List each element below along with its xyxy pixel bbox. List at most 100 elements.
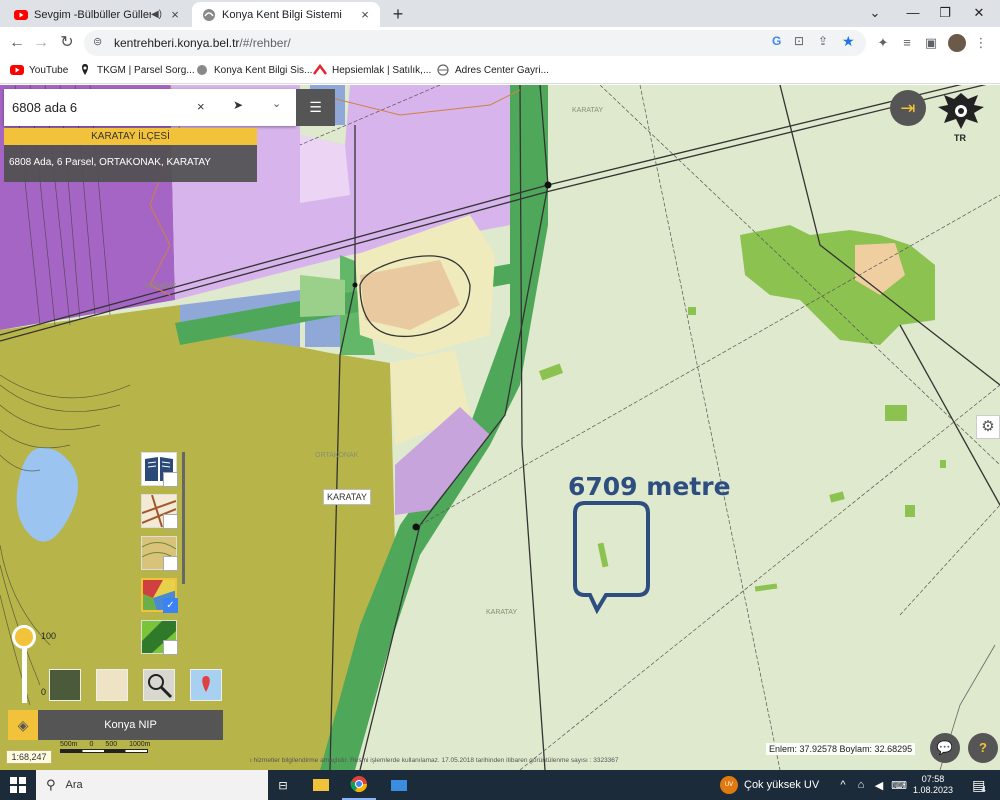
search-input[interactable]: 6808 ada 6	[12, 100, 77, 115]
share-icon[interactable]: ⇪	[818, 34, 828, 48]
parcel-search[interactable]: 6808 ada 6 × ➤ ⌄	[4, 89, 296, 126]
search-icon: ⚲	[46, 777, 56, 792]
login-icon[interactable]: ⇥	[890, 90, 926, 126]
map-label: ORTAKONAK	[315, 452, 359, 459]
scale-tick: 1000m	[129, 741, 151, 748]
basemap-ortho[interactable]	[190, 669, 222, 701]
locate-icon[interactable]: ➤	[233, 98, 243, 112]
bookmark-label: Konya Kent Bilgi Sis...	[214, 64, 313, 76]
map-pin-icon	[82, 64, 88, 75]
scale-tick: 500m	[60, 741, 78, 748]
sidepanel-icon[interactable]: ▣	[922, 34, 940, 52]
layer-checkbox[interactable]	[163, 514, 178, 529]
extensions-icon[interactable]: ✦	[874, 34, 892, 52]
basemap-search[interactable]	[143, 669, 175, 701]
windows-taskbar: ⚲ Ara ⊟ UV Çok yüksek UV ^ ⌂ ◀ ⌨ 07:58 1…	[0, 770, 1000, 800]
media-icon[interactable]: ≡	[898, 34, 916, 52]
bookmark-label: YouTube	[29, 64, 69, 76]
map-label: KARATAY	[486, 609, 518, 616]
map-label: KARATAY	[572, 107, 604, 114]
basemap-satellite[interactable]	[49, 669, 81, 701]
tab-youtube[interactable]: Sevgim -Bülbüller Güllere Gü ◀) ×	[4, 2, 190, 27]
close-tab-icon[interactable]: ×	[356, 7, 374, 22]
close-tab-icon[interactable]: ×	[166, 7, 184, 22]
bookmark-label: Adres Center Gayri...	[455, 64, 549, 76]
basemap-street[interactable]	[96, 669, 128, 701]
minimize-button[interactable]: —	[898, 4, 928, 22]
bookmark-konya[interactable]: Konya Kent Bilgi Sis...	[195, 64, 312, 76]
new-tab-button[interactable]: +	[388, 4, 408, 24]
bookmark-label: TKGM | Parsel Sorg...	[97, 64, 195, 76]
youtube-icon	[14, 9, 28, 20]
layer-checkbox[interactable]	[163, 640, 178, 655]
hepsiemlak-icon	[313, 64, 327, 75]
layer-checkbox[interactable]	[163, 472, 178, 487]
bookmark-youtube[interactable]: YouTube	[10, 64, 68, 76]
notification-count: 4	[981, 784, 986, 794]
mail-icon[interactable]	[384, 770, 414, 800]
layer-scrollbar[interactable]	[182, 452, 185, 584]
konya-logo-icon	[197, 65, 207, 75]
weather-uv-icon[interactable]: UV	[718, 770, 740, 800]
magnifier-icon	[148, 674, 173, 699]
audio-icon[interactable]: ◀)	[151, 9, 162, 20]
map-canvas[interactable]: KARATAY KARATAY ORTAKONAK KARATAY KARATA…	[0, 85, 1000, 770]
reload-icon[interactable]: ↻	[56, 33, 78, 53]
search-result[interactable]: 6808 Ada, 6 Parsel, ORTAKONAK, KARATAY	[4, 145, 257, 182]
restore-button[interactable]: ❐	[930, 4, 960, 22]
map-base-layer	[0, 85, 1000, 770]
forward-icon[interactable]: →	[30, 33, 52, 53]
address-bar[interactable]: ⊜ kentrehberi.konya.bel.tr/#/rehber/ G ⊡…	[84, 30, 866, 56]
bookmark-adres-center[interactable]: Adres Center Gayri...	[436, 64, 549, 76]
notification-icon[interactable]: ▤ 4	[964, 770, 994, 800]
layer-panel[interactable]: ◈ Konya NIP	[8, 710, 223, 740]
translate-icon[interactable]: ⊡	[794, 34, 804, 48]
language-icon[interactable]: ⌨	[891, 770, 907, 800]
tray-chevron-icon[interactable]: ^	[836, 770, 850, 800]
back-icon[interactable]: ←	[6, 33, 28, 53]
attribution: ı hizmetler bilgilendirme amaçlıdır. Res…	[250, 757, 619, 764]
file-explorer-icon[interactable]	[306, 770, 336, 800]
clear-icon[interactable]: ×	[197, 99, 205, 114]
list-icon[interactable]: ☰	[296, 89, 335, 126]
bookmark-hepsiemlak[interactable]: Hepsiemlak | Satılık,...	[313, 64, 431, 76]
google-icon[interactable]: G	[772, 34, 781, 48]
task-view-icon[interactable]: ⊟	[270, 770, 296, 800]
district-header: KARATAY İLÇESİ	[4, 128, 257, 145]
help-icon[interactable]: ?	[968, 733, 998, 763]
scale-tick: 0	[89, 741, 94, 748]
tab-konya[interactable]: Konya Kent Bilgi Sistemi ×	[192, 2, 380, 27]
taskbar-search-text: Ara	[65, 779, 83, 791]
layer-checkbox[interactable]	[163, 556, 178, 571]
emblem-tr: TR	[954, 133, 966, 143]
chevron-down-icon[interactable]: ⌄	[272, 97, 281, 110]
clock-time: 07:58	[921, 774, 945, 784]
opacity-slider-knob[interactable]	[12, 625, 36, 649]
chrome-icon[interactable]	[342, 770, 376, 800]
site-info-icon[interactable]: ⊜	[93, 35, 102, 48]
clock[interactable]: 07:58 1.08.2023	[910, 770, 956, 800]
chat-icon[interactable]: 💬	[930, 733, 960, 763]
opacity-min-label: 0	[41, 687, 47, 697]
opacity-max-label: 100	[41, 631, 57, 641]
volume-icon[interactable]: ◀	[872, 770, 886, 800]
profile-avatar[interactable]	[948, 34, 966, 52]
bookmark-star-icon[interactable]: ★	[842, 33, 855, 50]
taskbar-search[interactable]: ⚲ Ara	[36, 770, 268, 800]
result-text: 6808 Ada, 6 Parsel, ORTAKONAK, KARATAY	[9, 157, 211, 168]
menu-icon[interactable]: ⋮	[972, 34, 990, 52]
settings-icon[interactable]: ⚙	[976, 415, 1000, 439]
map-pin-icon	[202, 676, 210, 692]
browser-toolbar: ← → ↻ ⊜ kentrehberi.konya.bel.tr/#/rehbe…	[0, 27, 1000, 59]
layer-panel-title: Konya NIP	[104, 719, 157, 731]
tab-search-icon[interactable]: ⌄	[860, 4, 890, 22]
weather-text[interactable]: Çok yüksek UV	[744, 770, 819, 800]
network-icon[interactable]: ⌂	[854, 770, 868, 800]
windows-start-icon[interactable]	[0, 770, 36, 800]
uv-badge: UV	[720, 776, 738, 794]
close-window-button[interactable]: ✕	[964, 4, 994, 22]
layer-checkbox-checked[interactable]: ✓	[163, 598, 178, 613]
bookmark-tkgm[interactable]: TKGM | Parsel Sorg...	[78, 64, 195, 76]
map-label: KARATAY	[145, 283, 177, 290]
layers-icon[interactable]: ◈	[8, 710, 38, 740]
